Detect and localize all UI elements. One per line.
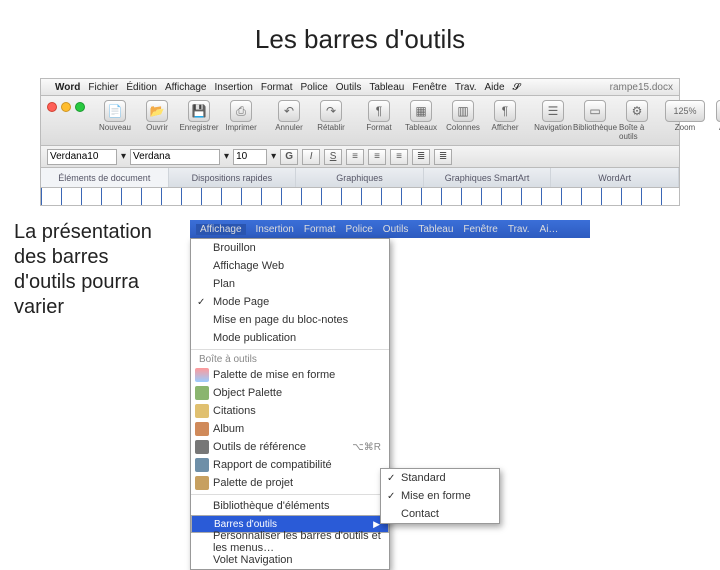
dd-object-palette[interactable]: Object Palette — [191, 384, 389, 402]
mac-menubar: Word Fichier Édition Affichage Insertion… — [40, 78, 680, 96]
menu-fichier[interactable]: Fichier — [88, 82, 118, 93]
sub-mise-en-forme[interactable]: ✓Mise en forme — [381, 487, 499, 505]
tab-charts[interactable]: Graphiques — [296, 168, 424, 187]
sub-standard[interactable]: ✓Standard — [381, 469, 499, 487]
undo-button[interactable]: ↶Annuler — [271, 100, 307, 132]
check-icon: ✓ — [387, 491, 395, 502]
menu-format[interactable]: Format — [261, 82, 293, 93]
style-select[interactable] — [47, 149, 117, 165]
tab-wordart[interactable]: WordArt — [551, 168, 679, 187]
standard-toolbar: 📄Nouveau 📂Ouvrir 💾Enregistrer ⎙Imprimer … — [40, 96, 680, 146]
dd-projet[interactable]: Palette de projet — [191, 474, 389, 492]
align-right-button[interactable]: ≡ — [390, 149, 408, 165]
italic-button[interactable]: I — [302, 149, 320, 165]
print-button[interactable]: ⎙Imprimer — [223, 100, 259, 132]
open-button[interactable]: 📂Ouvrir — [139, 100, 175, 132]
dd-notes[interactable]: Mise en page du bloc-notes — [191, 311, 389, 329]
affichage-dropdown: Brouillon Affichage Web Plan ✓Mode Page … — [190, 238, 390, 570]
toolbox-button[interactable]: ⚙Boîte à outils — [619, 100, 655, 141]
reference-icon — [195, 440, 209, 454]
menu2-aide[interactable]: Ai… — [540, 224, 559, 235]
ruler[interactable] — [40, 188, 680, 206]
tables-button[interactable]: ▦Tableaux — [403, 100, 439, 132]
dd-web[interactable]: Affichage Web — [191, 257, 389, 275]
palette-icon — [195, 368, 209, 382]
dd-pub[interactable]: Mode publication — [191, 329, 389, 347]
redo-button[interactable]: ↷Rétablir — [313, 100, 349, 132]
elements-tabstrip: Éléments de document Dispositions rapide… — [40, 168, 680, 188]
menu2-affichage[interactable]: Affichage — [196, 224, 246, 235]
tab-elements[interactable]: Éléments de document — [41, 168, 169, 187]
menu-police[interactable]: Police — [301, 82, 328, 93]
menu-affichage[interactable]: Affichage — [165, 82, 207, 93]
menu-aide[interactable]: Aide — [485, 82, 505, 93]
menu-trav[interactable]: Trav. — [455, 82, 477, 93]
dd-album[interactable]: Album — [191, 420, 389, 438]
doc-title: rampe15.docx — [610, 82, 673, 93]
sub-contact[interactable]: Contact — [381, 505, 499, 523]
menu2-format[interactable]: Format — [304, 224, 336, 235]
zoom-icon[interactable] — [75, 102, 85, 112]
project-icon — [195, 476, 209, 490]
minimize-icon[interactable] — [61, 102, 71, 112]
close-icon[interactable] — [47, 102, 57, 112]
underline-button[interactable]: S — [324, 149, 342, 165]
menu2-outils[interactable]: Outils — [383, 224, 409, 235]
font-select[interactable] — [130, 149, 220, 165]
compat-icon — [195, 458, 209, 472]
window-controls[interactable] — [47, 102, 85, 112]
dd-citations[interactable]: Citations — [191, 402, 389, 420]
object-icon — [195, 386, 209, 400]
submenu-arrow-icon: ▶ — [373, 519, 380, 530]
menu-tableau[interactable]: Tableau — [369, 82, 404, 93]
tab-layouts[interactable]: Dispositions rapides — [169, 168, 297, 187]
menu-edition[interactable]: Édition — [126, 82, 157, 93]
menu2-trav[interactable]: Trav. — [508, 224, 530, 235]
menu-insertion[interactable]: Insertion — [214, 82, 252, 93]
menubar-2: Affichage Insertion Format Police Outils… — [190, 220, 590, 238]
tab-smartart[interactable]: Graphiques SmartArt — [424, 168, 552, 187]
slide-title: Les barres d'outils — [0, 24, 720, 55]
menu2-fenetre[interactable]: Fenêtre — [463, 224, 497, 235]
dd-brouillon[interactable]: Brouillon — [191, 239, 389, 257]
columns-button[interactable]: ▥Colonnes — [445, 100, 481, 132]
side-caption: La présentation des barres d'outils pour… — [14, 220, 164, 320]
align-center-button[interactable]: ≡ — [368, 149, 386, 165]
dd-toolbox-head: Boîte à outils — [191, 352, 389, 366]
numbering-button[interactable]: ≣ — [434, 149, 452, 165]
menu2-tableau[interactable]: Tableau — [418, 224, 453, 235]
formatting-toolbar: ▾ ▾ ▾ G I S ≡ ≡ ≡ ≣ ≣ — [40, 146, 680, 168]
library-button[interactable]: ▭Bibliothèque — [577, 100, 613, 132]
dd-volet-nav[interactable]: Volet Navigation — [191, 551, 389, 569]
menu-outils[interactable]: Outils — [336, 82, 362, 93]
dd-palette-mise[interactable]: Palette de mise en forme — [191, 366, 389, 384]
zoom-select[interactable]: 125%Zoom — [667, 100, 703, 132]
align-left-button[interactable]: ≡ — [346, 149, 364, 165]
nav-button[interactable]: ☰Navigation — [535, 100, 571, 132]
album-icon — [195, 422, 209, 436]
dd-compat[interactable]: Rapport de compatibilité — [191, 456, 389, 474]
dd-reference[interactable]: Outils de référence⌥⌘R — [191, 438, 389, 456]
menu2-insertion[interactable]: Insertion — [256, 224, 294, 235]
menu2-police[interactable]: Police — [346, 224, 373, 235]
script-icon[interactable]: 𝓢 — [513, 82, 521, 93]
new-button[interactable]: 📄Nouveau — [97, 100, 133, 132]
check-icon: ✓ — [387, 473, 395, 484]
menu-word[interactable]: Word — [55, 82, 80, 93]
help-button[interactable]: ?Aide — [709, 100, 720, 132]
format-button[interactable]: ¶Format — [361, 100, 397, 132]
dd-plan[interactable]: Plan — [191, 275, 389, 293]
menu-fenetre[interactable]: Fenêtre — [412, 82, 446, 93]
dd-personnaliser[interactable]: Personnaliser les barres d'outils et les… — [191, 533, 389, 551]
dd-biblio[interactable]: Bibliothèque d'éléments — [191, 497, 389, 515]
save-button[interactable]: 💾Enregistrer — [181, 100, 217, 132]
show-button[interactable]: ¶Afficher — [487, 100, 523, 132]
barres-outils-submenu: ✓Standard ✓Mise en forme Contact — [380, 468, 500, 524]
dd-page[interactable]: ✓Mode Page — [191, 293, 389, 311]
bold-button[interactable]: G — [280, 149, 298, 165]
citations-icon — [195, 404, 209, 418]
check-icon: ✓ — [197, 297, 205, 308]
bullets-button[interactable]: ≣ — [412, 149, 430, 165]
size-select[interactable] — [233, 149, 267, 165]
